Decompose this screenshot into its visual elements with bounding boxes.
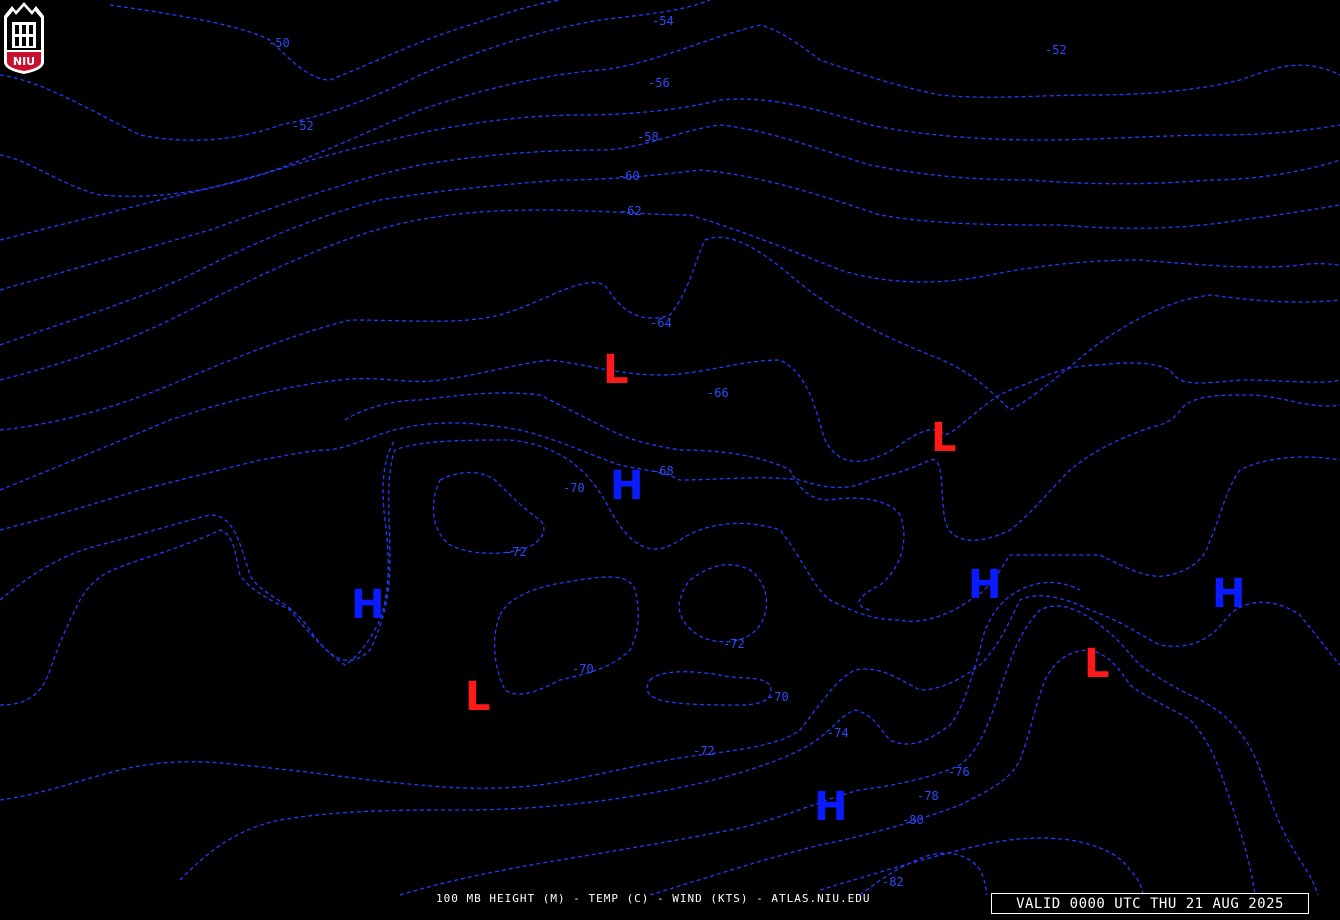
contour-label: -52 bbox=[1045, 43, 1067, 57]
contour-line bbox=[109, 0, 561, 81]
contour-label: -72 bbox=[693, 744, 715, 758]
contour-label: -56 bbox=[648, 76, 670, 90]
contour-line bbox=[0, 595, 1340, 801]
contour-line bbox=[493, 576, 639, 695]
contour-label: -70 bbox=[563, 481, 585, 495]
high-center-marker: H bbox=[968, 562, 1001, 608]
contour-label: -54 bbox=[652, 14, 674, 28]
isotherm-contours bbox=[0, 0, 1340, 896]
contour-label: -80 bbox=[902, 813, 924, 827]
logo-text: NIU bbox=[13, 55, 35, 68]
contour-label: -76 bbox=[948, 765, 970, 779]
contour-line bbox=[646, 671, 772, 706]
contour-line bbox=[0, 24, 1340, 197]
low-center-marker: L bbox=[603, 347, 629, 393]
contour-label: -58 bbox=[637, 130, 659, 144]
contour-label: -78 bbox=[917, 789, 939, 803]
contour-label: -66 bbox=[707, 386, 729, 400]
high-center-marker: H bbox=[351, 582, 384, 628]
niu-tower-logo-icon: NIU bbox=[4, 2, 44, 74]
contour-line bbox=[432, 471, 545, 554]
contour-line bbox=[0, 209, 1340, 381]
low-center-marker: L bbox=[931, 415, 957, 461]
contour-label: -72 bbox=[723, 637, 745, 651]
contour-line bbox=[179, 581, 1081, 881]
contour-label: -72 bbox=[505, 545, 527, 559]
contour-label: -68 bbox=[652, 464, 674, 478]
contour-line bbox=[819, 837, 1144, 896]
map-title: 100 MB HEIGHT (M) - TEMP (C) - WIND (KTS… bbox=[436, 892, 871, 905]
low-center-marker: L bbox=[1084, 641, 1110, 687]
contour-line bbox=[0, 98, 1340, 241]
high-center-marker: H bbox=[1212, 571, 1245, 617]
contour-label: -70 bbox=[572, 662, 594, 676]
contour-label: -64 bbox=[650, 316, 672, 330]
contour-line bbox=[0, 439, 396, 706]
high-center-marker: H bbox=[610, 463, 643, 509]
contour-label: -70 bbox=[767, 690, 789, 704]
contour-line bbox=[399, 605, 1319, 896]
contour-label: -82 bbox=[882, 875, 904, 889]
contour-line bbox=[0, 236, 1340, 431]
pressure-centers: L L H H H L L H H bbox=[351, 347, 1245, 830]
contour-line bbox=[678, 564, 768, 643]
valid-time-box: VALID 0000 UTC THU 21 AUG 2025 bbox=[991, 893, 1309, 914]
contour-label: -62 bbox=[620, 204, 642, 218]
temperature-contour-map: -50 -52 -54 -56 -58 -60 -62 -52 -64 -66 … bbox=[0, 0, 1340, 896]
contour-label: -50 bbox=[268, 36, 290, 50]
high-center-marker: H bbox=[814, 784, 847, 830]
low-center-marker: L bbox=[465, 674, 491, 720]
contour-line bbox=[0, 124, 1340, 291]
contour-label: -52 bbox=[292, 119, 314, 133]
contour-label: -60 bbox=[618, 169, 640, 183]
contour-label: -74 bbox=[827, 726, 849, 740]
